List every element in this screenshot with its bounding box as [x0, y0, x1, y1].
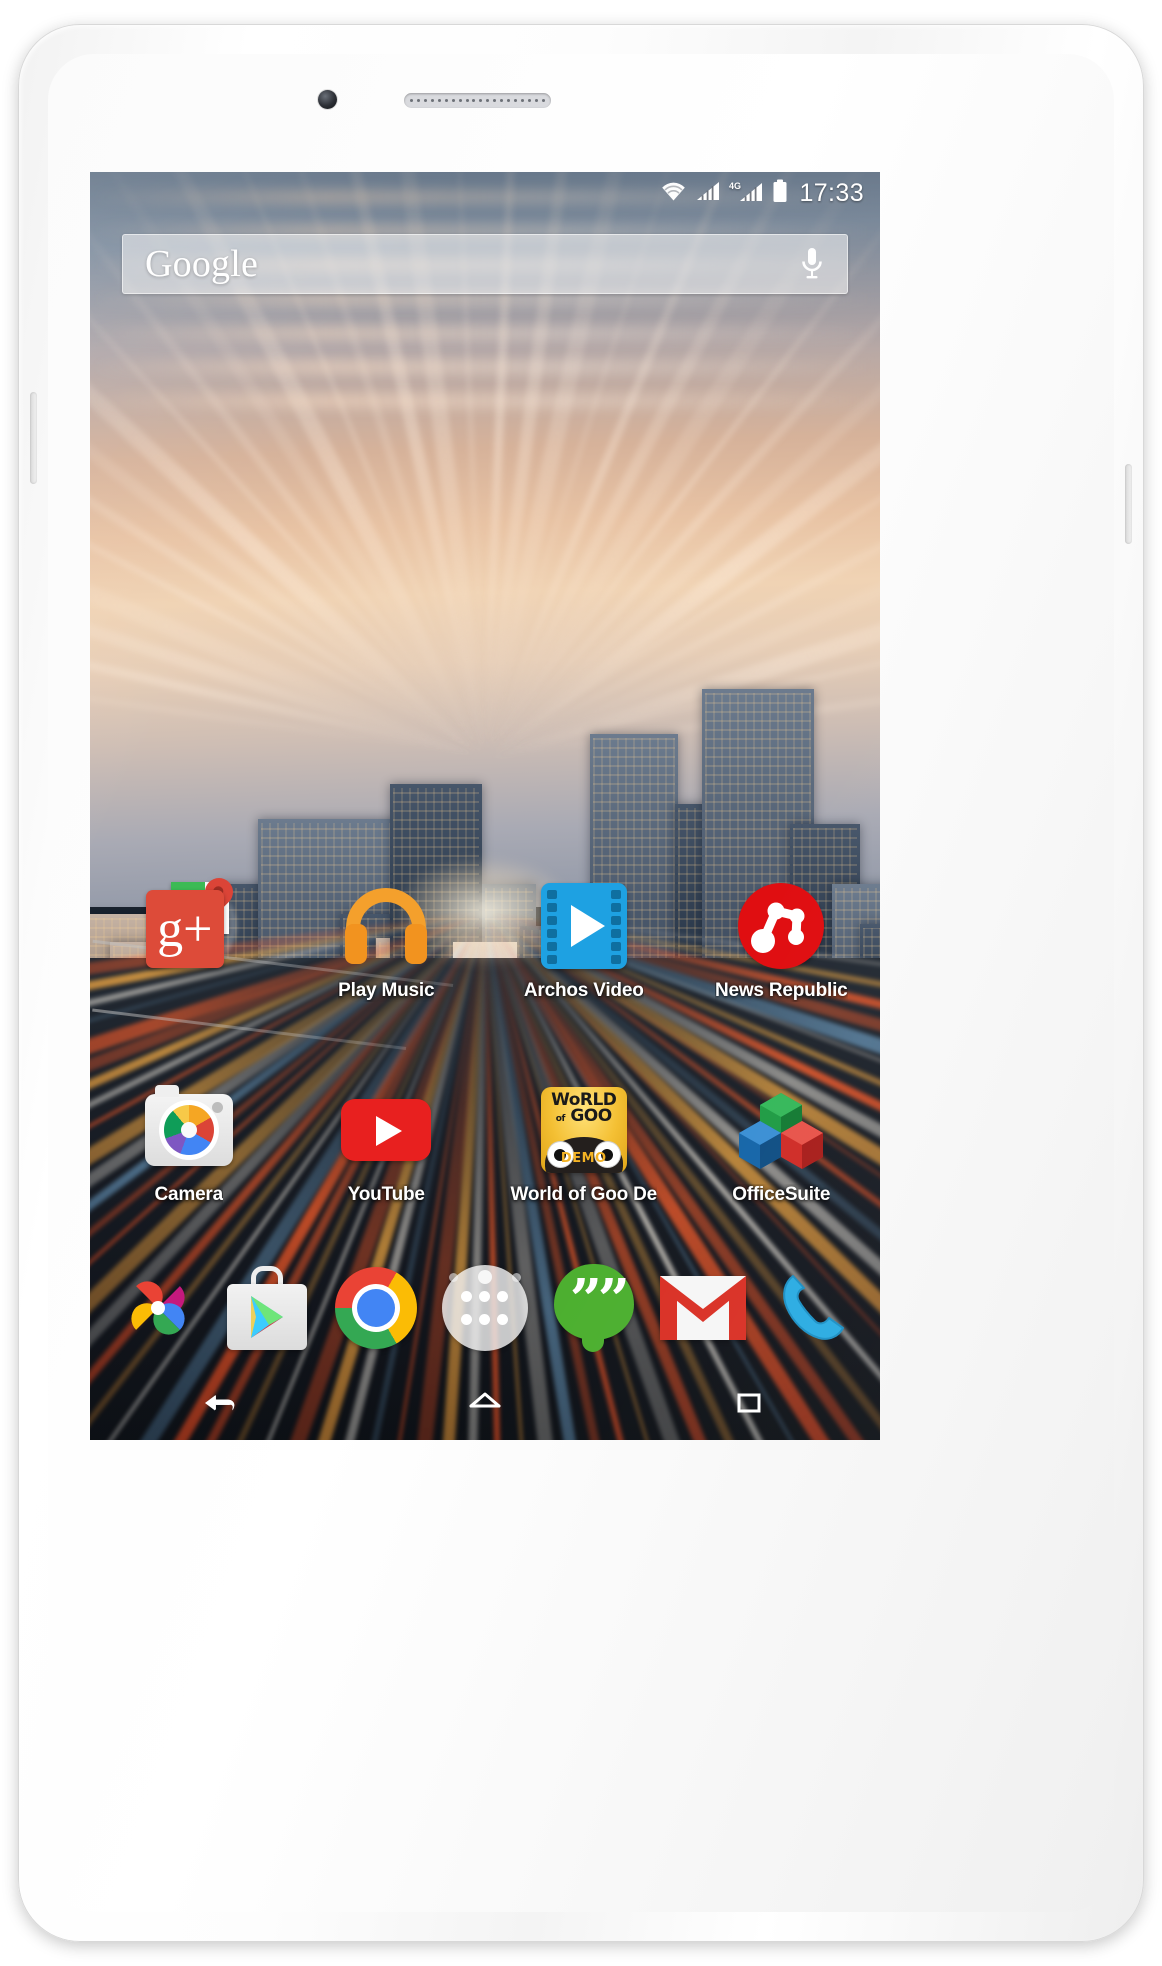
app-icon-play-music[interactable]: Play Music: [288, 872, 486, 1002]
play-music-headphones-icon: [340, 880, 432, 972]
battery-icon: [772, 179, 788, 208]
app-label: OfficeSuite: [732, 1184, 831, 1205]
home-screen-dock: ” ”: [90, 1264, 880, 1352]
app-drawer-icon: [441, 1265, 528, 1351]
app-label: Camera: [154, 1184, 223, 1205]
phone-icon: [771, 1268, 851, 1348]
app-icon-youtube[interactable]: YouTube: [288, 1076, 486, 1206]
volume-button[interactable]: [1125, 464, 1132, 544]
dock-item-gmail[interactable]: [655, 1276, 750, 1340]
back-icon[interactable]: [167, 1362, 277, 1440]
signal-4g-icon: 4G: [729, 180, 763, 207]
earpiece-speaker-grille: [404, 93, 551, 108]
dock-item-app-drawer[interactable]: [437, 1265, 532, 1351]
signal-bars-icon: [696, 181, 720, 206]
device-chin: [18, 1868, 1144, 1908]
world-of-goo-icon: WoRLD of GOO DEMO: [540, 1087, 627, 1173]
wifi-icon: [660, 181, 687, 206]
dock-item-phone[interactable]: [764, 1268, 859, 1348]
app-label: YouTube: [347, 1184, 425, 1205]
app-label: News Republic: [714, 980, 848, 1001]
camera-icon: [144, 1085, 233, 1166]
youtube-icon: [341, 1099, 432, 1161]
microphone-icon[interactable]: [799, 246, 847, 282]
chrome-icon: [335, 1267, 418, 1349]
app-label: Play Music: [338, 980, 435, 1001]
officesuite-cubes-icon: [736, 1087, 826, 1173]
news-republic-icon: [738, 883, 825, 969]
app-icon-news-republic[interactable]: News Republic: [683, 872, 881, 1002]
app-row-1: g+ Play Music Archos Video News Republic: [90, 872, 880, 1002]
app-icon-google-plus[interactable]: g+: [90, 872, 288, 1002]
google-logo: Google: [145, 243, 259, 285]
app-label: Archos Video: [523, 980, 644, 1001]
play-store-icon: [227, 1266, 308, 1350]
hangouts-icon: ” ”: [553, 1264, 634, 1352]
dock-item-photos[interactable]: [111, 1267, 206, 1349]
google-search-widget[interactable]: Google: [122, 234, 848, 294]
app-row-2: Camera YouTube WoRLD of GOO DEMO World o…: [90, 1076, 880, 1206]
app-icon-world-of-goo[interactable]: WoRLD of GOO DEMO World of Goo De: [485, 1076, 683, 1206]
photos-icon: [117, 1267, 199, 1349]
app-label: World of Goo De: [510, 1184, 658, 1205]
app-icon-officesuite[interactable]: OfficeSuite: [683, 1076, 881, 1206]
app-icon-archos-video[interactable]: Archos Video: [485, 872, 683, 1002]
archos-video-film-icon: [540, 883, 627, 969]
home-screen-wallpaper: [90, 172, 880, 1440]
app-icon-camera[interactable]: Camera: [90, 1076, 288, 1206]
google-plus-icon: g+: [145, 890, 224, 968]
power-button[interactable]: [30, 392, 37, 484]
gmail-icon: [659, 1276, 746, 1340]
recents-icon[interactable]: [693, 1362, 803, 1440]
tablet-device-frame: 4G 17:33 Google g+ Play Music Archos Vid…: [18, 24, 1144, 1942]
dock-item-hangouts[interactable]: ” ”: [546, 1264, 641, 1352]
navigation-bar: [90, 1362, 880, 1440]
dock-item-play-store[interactable]: [220, 1266, 315, 1350]
home-icon[interactable]: [430, 1362, 540, 1440]
front-camera-lens: [318, 90, 337, 109]
svg-text:4G: 4G: [729, 181, 741, 191]
tablet-screen[interactable]: 4G 17:33 Google g+ Play Music Archos Vid…: [90, 172, 880, 1440]
status-bar-clock: 17:33: [799, 178, 864, 207]
status-bar[interactable]: 4G 17:33: [90, 172, 880, 214]
dock-item-chrome[interactable]: [328, 1267, 423, 1349]
home-screen-app-grid: g+ Play Music Archos Video News Republic…: [90, 872, 880, 1206]
